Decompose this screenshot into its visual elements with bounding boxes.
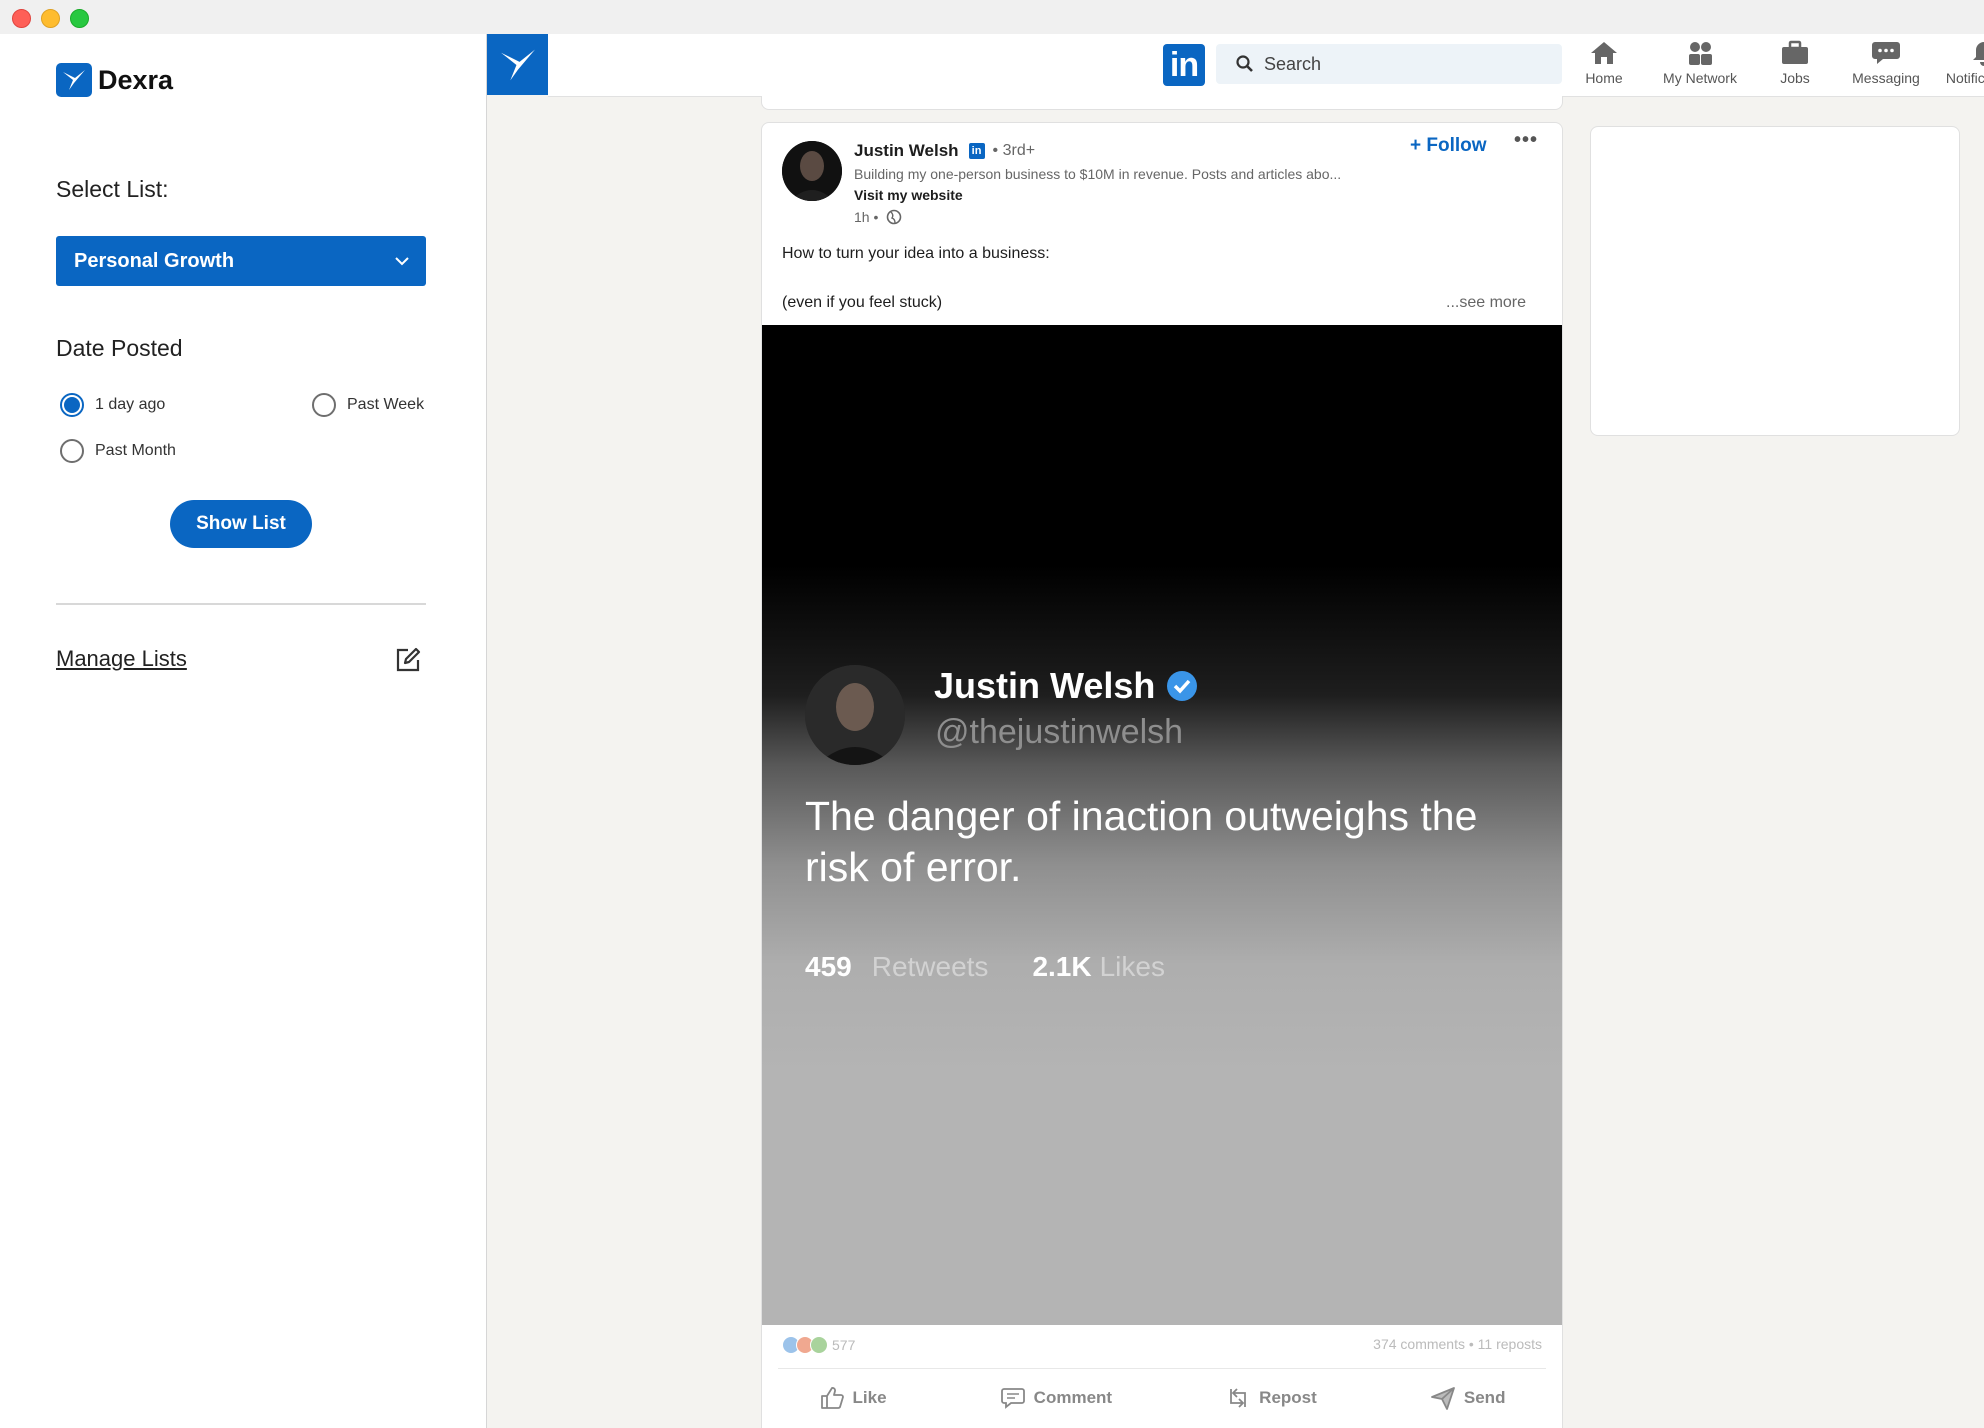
radio-past-month[interactable]: Past Month bbox=[60, 439, 176, 463]
globe-icon bbox=[887, 209, 902, 225]
thumbs-up-icon bbox=[820, 1387, 844, 1409]
title-bar bbox=[0, 0, 1984, 34]
search-placeholder: Search bbox=[1264, 53, 1322, 74]
dexra-sidebar: Dexra Select List: Personal Growth Date … bbox=[0, 34, 487, 1428]
radio-circle-checked bbox=[60, 393, 84, 417]
chevron-down-icon bbox=[395, 257, 409, 266]
minimize-window-button[interactable] bbox=[41, 9, 60, 28]
list-select[interactable]: Personal Growth bbox=[56, 236, 426, 286]
comment-icon bbox=[1000, 1388, 1025, 1409]
nav-messaging[interactable]: Messaging bbox=[1844, 40, 1928, 92]
retweets-label: Retweets bbox=[871, 951, 989, 982]
dexra-toggle-button[interactable] bbox=[487, 34, 548, 95]
nav-home[interactable]: Home bbox=[1574, 40, 1634, 92]
support-reaction-icon bbox=[810, 1336, 828, 1354]
select-list-label: Select List: bbox=[56, 176, 169, 202]
right-rail-card bbox=[1590, 126, 1960, 436]
dexra-logo-icon bbox=[56, 63, 92, 97]
radio-circle bbox=[60, 439, 84, 463]
author-avatar[interactable] bbox=[782, 141, 842, 201]
retweets-count: 459 bbox=[805, 951, 852, 982]
nav-jobs[interactable]: Jobs bbox=[1770, 40, 1820, 92]
post-time: 1h • bbox=[854, 209, 902, 225]
dexra-bird-icon bbox=[500, 49, 535, 80]
tweet-author: Justin Welsh bbox=[934, 665, 1199, 707]
action-label: Repost bbox=[1259, 1388, 1317, 1407]
tweet-quote: The danger of inaction outweighs the ris… bbox=[805, 793, 1478, 890]
comments-reposts-count[interactable]: 374 comments • 11 reposts bbox=[1373, 1336, 1542, 1354]
search-icon bbox=[1236, 55, 1253, 72]
author-headline: Building my one-person business to $10M … bbox=[854, 166, 1342, 182]
previous-post-card bbox=[761, 96, 1563, 110]
likes-count: 2.1K bbox=[1032, 951, 1092, 982]
post-text-line: How to turn your idea into a business: bbox=[782, 245, 1050, 262]
repost-button[interactable]: Repost bbox=[1219, 1377, 1323, 1419]
tweet-avatar bbox=[805, 665, 905, 765]
radio-past-week[interactable]: Past Week bbox=[312, 393, 424, 417]
app-window: Dexra Select List: Personal Growth Date … bbox=[0, 0, 1984, 1428]
connection-degree: • 3rd+ bbox=[992, 142, 1036, 159]
post-text-line: (even if you feel stuck) bbox=[782, 294, 943, 311]
network-icon bbox=[1689, 42, 1712, 65]
app-name: Dexra bbox=[98, 64, 174, 95]
linkedin-logo[interactable]: in bbox=[1163, 44, 1205, 86]
radio-1-day-ago[interactable]: 1 day ago bbox=[60, 393, 165, 417]
tweet-handle: @thejustinwelsh bbox=[935, 713, 1184, 751]
home-icon bbox=[1591, 42, 1617, 64]
tweet-stats: 459 Retweets 2.1K Likes bbox=[805, 951, 1165, 983]
briefcase-icon bbox=[1782, 40, 1808, 64]
action-label: Send bbox=[1463, 1388, 1506, 1407]
comment-button[interactable]: Comment bbox=[994, 1377, 1118, 1419]
post-author: Justin Welsh in • 3rd+ bbox=[854, 141, 1035, 161]
date-posted-label: Date Posted bbox=[56, 335, 183, 361]
maximize-window-button[interactable] bbox=[70, 9, 89, 28]
nav-label: Jobs bbox=[1780, 70, 1810, 86]
see-more-link[interactable]: ...see more bbox=[1446, 294, 1526, 312]
nav-label: Notifications bbox=[1945, 70, 1984, 86]
likes-label: Likes bbox=[1099, 951, 1165, 982]
feed-post: Justin Welsh in • 3rd+ Building my one-p… bbox=[761, 122, 1563, 1428]
radio-circle bbox=[312, 393, 336, 417]
linkedin-view: in Search Home My Network Jobs Messaging bbox=[487, 34, 1984, 1428]
radio-label: Past Month bbox=[95, 442, 176, 459]
manage-lists-link[interactable]: Manage Lists bbox=[56, 646, 187, 672]
tweet-author-name: Justin Welsh bbox=[934, 665, 1156, 706]
linkedin-navbar: in Search Home My Network Jobs Messaging bbox=[548, 34, 1984, 97]
send-button[interactable]: Send bbox=[1424, 1377, 1512, 1419]
more-options-button[interactable]: ••• bbox=[1514, 129, 1538, 152]
nav-notifications[interactable]: Notifications bbox=[1936, 40, 1984, 92]
actions-divider bbox=[778, 1368, 1546, 1369]
reactions-count: 577 bbox=[832, 1337, 856, 1353]
follow-button[interactable]: + Follow bbox=[1410, 135, 1487, 157]
post-time-text: 1h • bbox=[854, 209, 879, 225]
sidebar-divider bbox=[56, 603, 426, 605]
nav-my-network[interactable]: My Network bbox=[1650, 40, 1750, 92]
close-window-button[interactable] bbox=[12, 9, 31, 28]
messaging-icon bbox=[1872, 42, 1900, 64]
selected-list-value: Personal Growth bbox=[74, 249, 235, 272]
action-label: Comment bbox=[1033, 1388, 1113, 1407]
nav-label: Messaging bbox=[1852, 70, 1920, 86]
linkedin-premium-icon: in bbox=[968, 143, 985, 159]
action-label: Like bbox=[852, 1388, 887, 1407]
post-media[interactable]: Justin Welsh @thejustinwelsh The danger … bbox=[762, 325, 1562, 1325]
like-button[interactable]: Like bbox=[813, 1377, 893, 1419]
nav-label: Home bbox=[1585, 70, 1623, 86]
verified-badge-icon bbox=[1167, 671, 1198, 701]
bell-icon bbox=[1973, 42, 1984, 66]
radio-label: 1 day ago bbox=[95, 396, 166, 413]
reactions-summary[interactable]: 577 bbox=[782, 1336, 855, 1354]
show-list-button[interactable]: Show List bbox=[170, 500, 312, 548]
social-counts: 577 374 comments • 11 reposts bbox=[782, 1336, 1542, 1354]
visit-website-link[interactable]: Visit my website bbox=[854, 187, 963, 203]
author-name[interactable]: Justin Welsh bbox=[854, 141, 959, 161]
send-icon bbox=[1430, 1387, 1455, 1410]
radio-label: Past Week bbox=[347, 396, 425, 413]
post-actions: Like Comment Repost Send bbox=[762, 1377, 1562, 1419]
search-input[interactable]: Search bbox=[1216, 44, 1562, 84]
nav-label: My Network bbox=[1663, 70, 1737, 86]
edit-icon[interactable] bbox=[394, 646, 422, 674]
dexra-brand: Dexra bbox=[56, 63, 173, 97]
repost-icon bbox=[1230, 1388, 1247, 1408]
